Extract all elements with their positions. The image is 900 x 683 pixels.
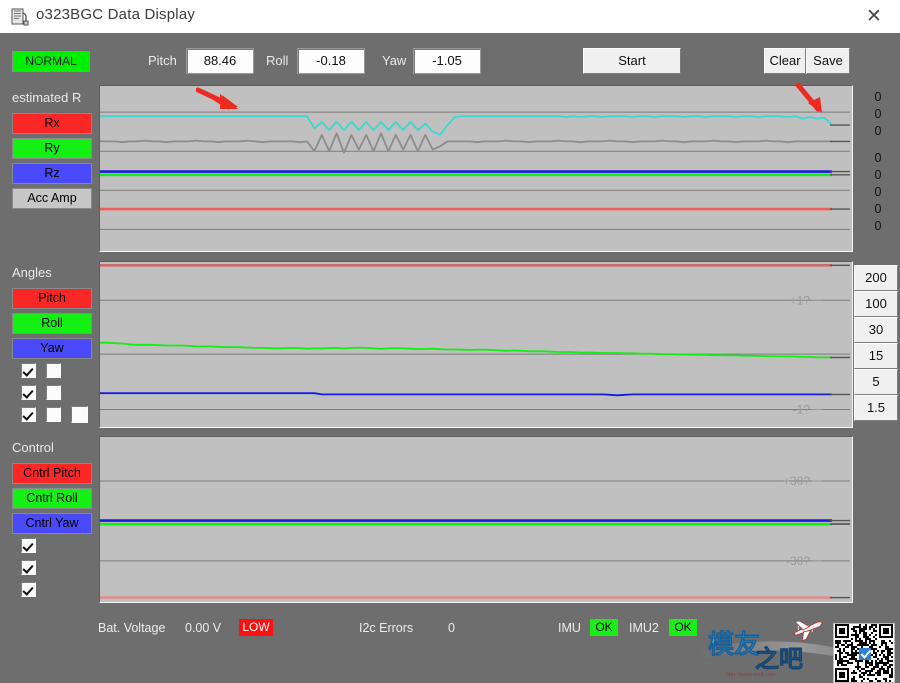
bat-voltage-value: 0.00 V: [185, 621, 222, 635]
svg-text:-30?: -30?: [786, 554, 810, 568]
control-chart: +30? -30?: [100, 474, 850, 599]
readout-5: 0: [874, 185, 882, 199]
svg-text:之吧: 之吧: [755, 645, 803, 673]
yaw-field[interactable]: -1.05: [413, 48, 481, 74]
angles-title: Angles: [12, 265, 52, 280]
readout-4: 0: [874, 168, 882, 182]
angles-checkbox-yaw-a[interactable]: [21, 407, 36, 422]
arrow-right-icon: [795, 83, 822, 113]
readout-3: 0: [874, 151, 882, 165]
readout-7: 0: [874, 219, 882, 233]
clear-button[interactable]: Clear: [764, 48, 806, 74]
svg-text:+1?: +1?: [790, 293, 811, 307]
scale-button-5[interactable]: 5: [854, 369, 898, 395]
i2c-errors-value: 0: [448, 621, 455, 635]
client-area: NORMAL Pitch 88.46 Roll -0.18 Yaw -1.05 …: [0, 33, 900, 683]
pitch-field[interactable]: 88.46: [186, 48, 254, 74]
status-trailing-text: nor: [797, 621, 816, 635]
roll-field[interactable]: -0.18: [297, 48, 365, 74]
angles-checkbox-pitch-a[interactable]: [21, 363, 36, 378]
close-icon[interactable]: ✕: [862, 5, 886, 29]
title-bar: o323BGC Data Display ✕: [0, 0, 900, 34]
legend-cntrl-roll[interactable]: Cntrl Roll: [12, 488, 92, 509]
legend-pitch[interactable]: Pitch: [12, 288, 92, 309]
svg-text:-1?: -1?: [793, 403, 811, 417]
imu2-label: IMU2: [629, 621, 659, 635]
angles-checkbox-yaw-b[interactable]: [46, 407, 61, 422]
bat-voltage-label: Bat. Voltage: [98, 621, 166, 635]
app-window: o323BGC Data Display ✕ NORMAL Pitch 88.4…: [0, 0, 900, 683]
scale-button-15[interactable]: 15: [854, 343, 898, 369]
legend-acc-amp[interactable]: Acc Amp: [12, 188, 92, 209]
svg-text:模友: 模友: [708, 630, 760, 660]
estimated-r-title: estimated R: [12, 90, 82, 105]
control-title: Control: [12, 440, 54, 455]
window-title: o323BGC Data Display: [36, 6, 196, 23]
control-panel[interactable]: +30? -30?: [99, 436, 853, 603]
legend-rx[interactable]: Rx: [12, 113, 92, 134]
yaw-label: Yaw: [382, 53, 407, 68]
i2c-errors-label: I2c Errors: [359, 621, 414, 635]
control-checkbox-roll[interactable]: [21, 560, 36, 575]
svg-text:+30?: +30?: [783, 474, 810, 488]
legend-roll[interactable]: Roll: [12, 313, 92, 334]
app-icon: [11, 8, 29, 26]
angles-checkbox-yaw-c[interactable]: [71, 406, 88, 423]
imu-label: IMU: [558, 621, 581, 635]
angles-checkbox-roll-b[interactable]: [46, 385, 61, 400]
legend-cntrl-pitch[interactable]: Cntrl Pitch: [12, 463, 92, 484]
readout-6: 0: [874, 202, 882, 216]
scale-button-30[interactable]: 30: [854, 317, 898, 343]
pitch-label: Pitch: [148, 53, 177, 68]
angles-checkbox-roll-a[interactable]: [21, 385, 36, 400]
svg-text:http://www.mo8.com: http://www.mo8.com: [726, 672, 776, 678]
scale-button-200[interactable]: 200: [854, 265, 898, 291]
save-button[interactable]: Save: [806, 48, 850, 74]
arrow-left-icon: [196, 87, 238, 111]
readout-1: 0: [874, 107, 882, 121]
scale-button-1-5[interactable]: 1.5: [854, 395, 898, 421]
readout-2: 0: [874, 124, 882, 138]
qr-code: [833, 623, 895, 683]
roll-label: Roll: [266, 53, 289, 68]
angles-chart: +1? -1?: [100, 263, 850, 417]
status-badge: NORMAL: [12, 51, 90, 72]
control-checkbox-yaw[interactable]: [21, 582, 36, 597]
start-button[interactable]: Start: [583, 48, 681, 74]
angles-panel[interactable]: +1? -1?: [99, 261, 853, 428]
legend-ry[interactable]: Ry: [12, 138, 92, 159]
legend-rz[interactable]: Rz: [12, 163, 92, 184]
control-checkbox-pitch[interactable]: [21, 538, 36, 553]
scale-button-100[interactable]: 100: [854, 291, 898, 317]
legend-yaw[interactable]: Yaw: [12, 338, 92, 359]
angles-checkbox-pitch-b[interactable]: [46, 363, 61, 378]
readout-0: 0: [874, 90, 882, 104]
bat-low-badge: LOW: [239, 619, 273, 636]
legend-cntrl-yaw[interactable]: Cntrl Yaw: [12, 513, 92, 534]
imu2-status-badge: OK: [669, 619, 697, 636]
imu-status-badge: OK: [590, 619, 618, 636]
